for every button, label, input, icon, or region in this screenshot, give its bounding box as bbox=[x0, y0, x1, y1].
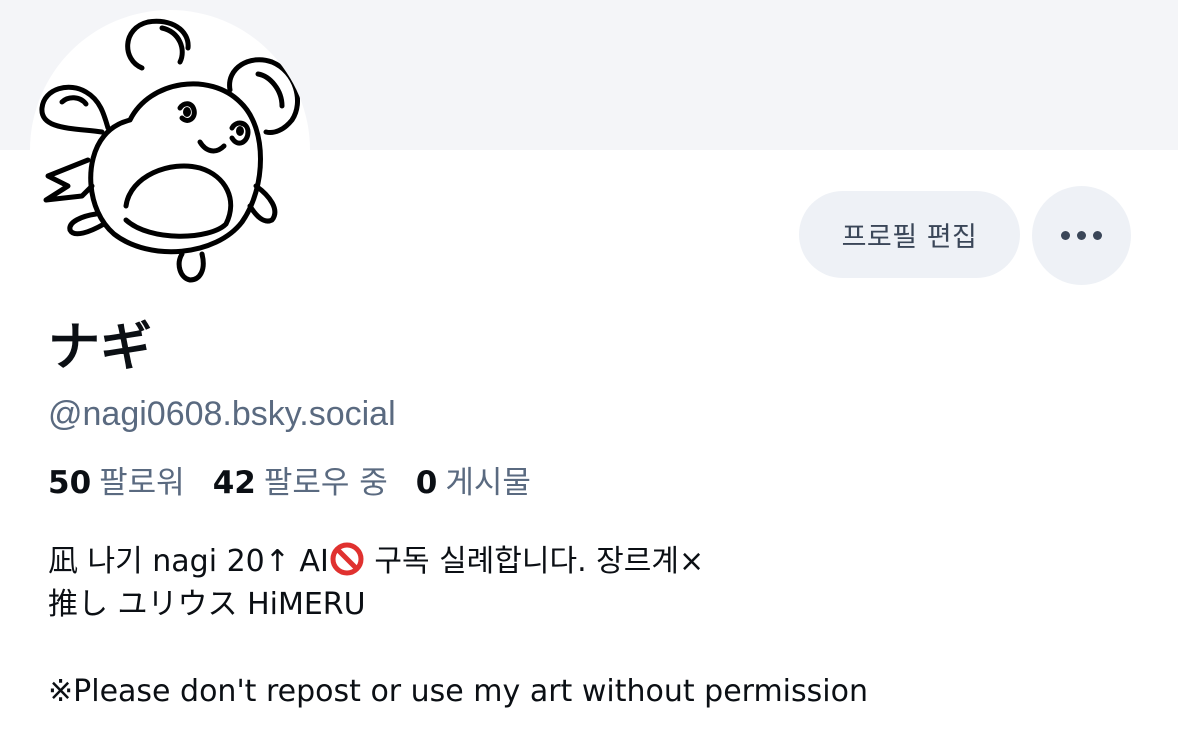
following-stat[interactable]: 42 팔로우 중 bbox=[213, 462, 388, 504]
bio-line-1-end: 구독 실례합니다. 장르계× bbox=[364, 544, 705, 579]
profile-stats: 50 팔로워 42 팔로우 중 0 게시물 bbox=[48, 462, 531, 504]
bio-line-3: ※Please don't repost or use my art witho… bbox=[48, 674, 868, 709]
prohibited-icon bbox=[330, 542, 364, 576]
avatar-drawing bbox=[39, 18, 300, 283]
posts-stat: 0 게시물 bbox=[416, 462, 531, 504]
edit-profile-label: 프로필 편집 bbox=[841, 222, 978, 253]
bio-line-2: 推し ユリウス HiMERU bbox=[48, 587, 366, 622]
bio-line-1: 凪 나기 nagi 20↑ AI 구독 실례합니다. 장르계× bbox=[48, 540, 868, 583]
profile-bio: 凪 나기 nagi 20↑ AI 구독 실례합니다. 장르계× 推し ユリウス … bbox=[48, 540, 868, 713]
edit-profile-button[interactable]: 프로필 편집 bbox=[799, 191, 1020, 278]
bio-line-1-start: 凪 나기 nagi 20↑ AI bbox=[48, 544, 329, 579]
followers-label: 팔로워 bbox=[99, 465, 185, 501]
profile-handle: @nagi0608.bsky.social bbox=[48, 395, 396, 433]
more-options-button[interactable] bbox=[1032, 186, 1131, 285]
avatar[interactable] bbox=[30, 10, 310, 290]
followers-stat[interactable]: 50 팔로워 bbox=[48, 462, 185, 504]
posts-label: 게시물 bbox=[445, 465, 531, 501]
following-label: 팔로우 중 bbox=[263, 465, 388, 501]
following-count: 42 bbox=[212, 465, 256, 501]
ellipsis-icon bbox=[1061, 231, 1102, 240]
display-name: ナギ bbox=[48, 318, 153, 378]
followers-count: 50 bbox=[48, 465, 92, 501]
posts-count: 0 bbox=[415, 465, 438, 501]
